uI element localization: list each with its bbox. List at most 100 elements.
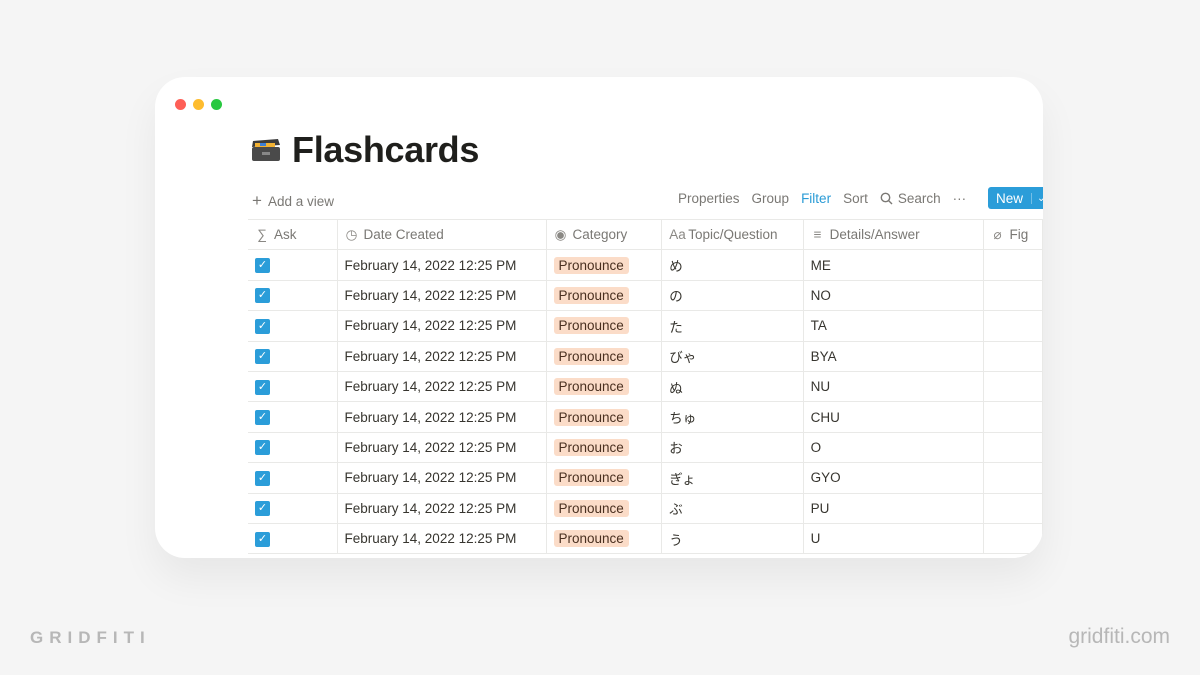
figure-cell[interactable] — [982, 279, 1043, 312]
ask-checkbox[interactable]: ✓ — [255, 379, 270, 395]
table-row[interactable]: ✓ February 14, 2022 12:25 PM Pronounce た… — [248, 310, 1043, 342]
table-row[interactable]: ✓ February 14, 2022 12:25 PM Pronounce お… — [248, 431, 1043, 464]
table-row[interactable]: ✓ February 14, 2022 12:25 PM Pronounce ぬ… — [248, 370, 1043, 403]
topic-cell[interactable]: う — [661, 522, 804, 555]
figure-cell[interactable] — [982, 249, 1043, 281]
search-button[interactable]: Search — [880, 191, 941, 206]
topic-cell[interactable]: お — [661, 431, 804, 464]
answer-cell[interactable]: TA — [802, 310, 984, 342]
category-cell[interactable]: Pronounce — [545, 340, 663, 372]
ask-checkbox[interactable]: ✓ — [255, 318, 270, 334]
answer-cell[interactable]: BYA — [802, 340, 984, 372]
ask-checkbox[interactable]: ✓ — [255, 440, 270, 456]
ask-cell: ✓ — [248, 462, 338, 494]
card-file-box-icon — [252, 139, 280, 161]
text-icon: ≡ — [813, 227, 822, 243]
close-button[interactable] — [175, 99, 186, 110]
maximize-button[interactable] — [211, 99, 222, 110]
answer-cell[interactable]: PU — [802, 492, 984, 524]
filter-button[interactable]: Filter — [801, 191, 831, 206]
new-button[interactable]: New ⌄ — [988, 187, 1043, 209]
answer-cell[interactable]: NO — [802, 279, 984, 312]
group-button[interactable]: Group — [752, 191, 790, 206]
column-label: Date Created — [363, 226, 444, 242]
date-cell: February 14, 2022 12:25 PM — [336, 249, 547, 281]
answer-cell[interactable]: O — [802, 431, 984, 464]
ask-cell: ✓ — [248, 310, 338, 342]
category-tag: Pronounce — [553, 530, 629, 548]
category-cell[interactable]: Pronounce — [545, 310, 663, 342]
column-header-topic-question[interactable]: Aa Topic/Question — [661, 218, 804, 251]
answer-cell[interactable]: GYO — [802, 462, 984, 494]
plus-icon: + — [252, 191, 262, 210]
ask-checkbox[interactable]: ✓ — [255, 470, 270, 486]
ask-checkbox[interactable]: ✓ — [255, 258, 270, 274]
column-label: Ask — [274, 227, 297, 243]
table-row[interactable]: ✓ February 14, 2022 12:25 PM Pronounce め… — [248, 249, 1043, 281]
figure-cell[interactable] — [982, 462, 1043, 494]
database-toolbar: + Add a view Properties Group Filter Sor… — [250, 187, 1043, 211]
category-cell[interactable]: Pronounce — [545, 462, 663, 494]
category-cell[interactable]: Pronounce — [545, 370, 663, 403]
ask-cell: ✓ — [248, 401, 338, 433]
ask-checkbox[interactable]: ✓ — [255, 531, 270, 547]
column-header-date-created[interactable]: ◷ Date Created — [336, 218, 547, 251]
topic-cell[interactable]: びゃ — [661, 340, 804, 372]
chevron-down-icon[interactable]: ⌄ — [1031, 192, 1043, 204]
clock-icon: ◷ — [345, 226, 358, 242]
column-header-fig[interactable]: ⌀ Fig — [982, 218, 1043, 251]
column-label: Fig — [1009, 226, 1029, 242]
table-row[interactable]: ✓ February 14, 2022 12:25 PM Pronounce ぶ… — [248, 492, 1043, 524]
topic-cell[interactable]: の — [661, 279, 804, 312]
ask-checkbox[interactable]: ✓ — [255, 349, 270, 365]
column-header-ask[interactable]: ∑ Ask — [248, 218, 338, 251]
column-header-category[interactable]: ◉ Category — [545, 218, 663, 251]
more-options-icon[interactable]: ··· — [953, 191, 967, 206]
category-cell[interactable]: Pronounce — [545, 401, 663, 433]
select-icon: ◉ — [554, 226, 567, 242]
category-cell[interactable]: Pronounce — [545, 249, 663, 281]
window-controls — [175, 99, 222, 110]
topic-cell[interactable]: ちゅ — [661, 401, 804, 433]
date-cell: February 14, 2022 12:25 PM — [336, 310, 547, 342]
table-row[interactable]: ✓ February 14, 2022 12:25 PM Pronounce う… — [248, 522, 1043, 555]
figure-cell[interactable] — [982, 401, 1043, 433]
sort-button[interactable]: Sort — [843, 191, 868, 206]
category-tag: Pronounce — [553, 408, 629, 426]
table-row[interactable]: ✓ February 14, 2022 12:25 PM Pronounce ち… — [248, 401, 1043, 433]
ask-checkbox[interactable]: ✓ — [255, 501, 270, 517]
properties-button[interactable]: Properties — [678, 191, 740, 206]
topic-cell[interactable]: た — [661, 310, 804, 342]
answer-cell[interactable]: U — [802, 522, 984, 555]
new-label: New — [996, 190, 1024, 206]
table-row[interactable]: ✓ February 14, 2022 12:25 PM Pronounce ぎ… — [248, 462, 1043, 494]
topic-cell[interactable]: め — [661, 249, 804, 281]
add-view-button[interactable]: + Add a view — [252, 191, 334, 211]
figure-cell[interactable] — [982, 310, 1043, 342]
answer-cell[interactable]: ME — [802, 249, 984, 281]
figure-cell[interactable] — [982, 431, 1043, 464]
ask-cell: ✓ — [248, 492, 338, 524]
topic-cell[interactable]: ぎょ — [661, 462, 804, 494]
minimize-button[interactable] — [193, 99, 204, 110]
category-cell[interactable]: Pronounce — [545, 522, 663, 555]
category-cell[interactable]: Pronounce — [545, 431, 663, 464]
topic-cell[interactable]: ぬ — [661, 370, 804, 403]
category-cell[interactable]: Pronounce — [545, 279, 663, 312]
figure-cell[interactable] — [982, 340, 1043, 372]
figure-cell[interactable] — [982, 492, 1043, 524]
category-cell[interactable]: Pronounce — [545, 492, 663, 524]
column-label: Details/Answer — [829, 227, 920, 243]
table-row[interactable]: ✓ February 14, 2022 12:25 PM Pronounce の… — [248, 279, 1043, 312]
table-row[interactable]: ✓ February 14, 2022 12:25 PM Pronounce び… — [248, 340, 1043, 372]
answer-cell[interactable]: NU — [802, 370, 984, 403]
page-header: Flashcards — [250, 129, 479, 171]
ask-checkbox[interactable]: ✓ — [255, 288, 270, 304]
date-cell: February 14, 2022 12:25 PM — [336, 401, 547, 433]
topic-cell[interactable]: ぶ — [661, 492, 804, 524]
figure-cell[interactable] — [982, 522, 1043, 555]
column-header-details-answer[interactable]: ≡ Details/Answer — [802, 218, 984, 251]
answer-cell[interactable]: CHU — [802, 401, 984, 433]
ask-checkbox[interactable]: ✓ — [255, 410, 270, 425]
figure-cell[interactable] — [982, 370, 1043, 403]
